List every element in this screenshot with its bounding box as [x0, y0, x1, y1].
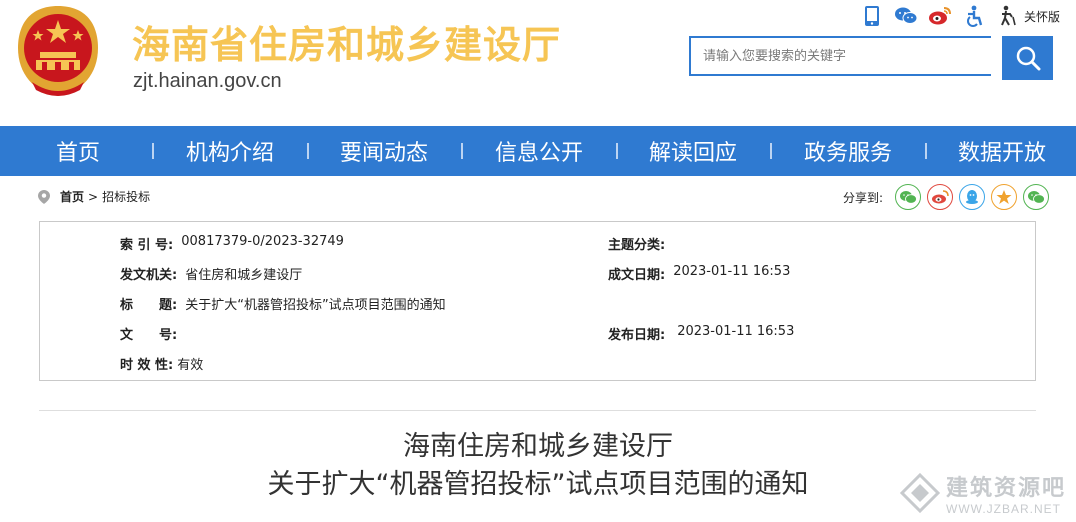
- site-header: 海南省住房和城乡建设厅 zjt.hainan.gov.cn 关怀版: [0, 0, 1076, 126]
- weibo-icon: [932, 190, 949, 204]
- nav-item-open-data[interactable]: 数据开放: [957, 135, 1047, 167]
- meta-row-validity: 时 效 性: 有效: [120, 354, 203, 373]
- meta-row-docno: 文 号:: [120, 324, 185, 343]
- top-toolbar: 关怀版: [860, 4, 1060, 28]
- elder-care-icon[interactable]: [996, 4, 1020, 28]
- share-wechat-button[interactable]: [895, 184, 922, 210]
- nav-item-news[interactable]: 要闻动态: [339, 135, 429, 167]
- document-metadata-box: 索 引 号: 00817379-0/2023-32749 主题分类: 发文机关:…: [39, 221, 1036, 381]
- nav-item-organization[interactable]: 机构介绍: [185, 135, 275, 167]
- breadcrumb: 首页 > 招标投标: [38, 188, 150, 205]
- location-pin-icon: [38, 189, 50, 204]
- content-divider: [39, 410, 1036, 411]
- care-mode-link[interactable]: 关怀版: [1024, 8, 1060, 25]
- breadcrumb-current[interactable]: 招标投标: [102, 188, 150, 205]
- meta-row-index: 索 引 号: 00817379-0/2023-32749: [120, 234, 344, 253]
- meta-row-created: 成文日期: 2023-01-11 16:53: [608, 264, 790, 283]
- share-qq-button[interactable]: [959, 184, 986, 210]
- watermark-text: 建筑资源吧: [946, 476, 1067, 501]
- wechat-icon: [900, 191, 917, 204]
- breadcrumb-bar: 首页 > 招标投标 分享到:: [0, 176, 1076, 220]
- meta-value: 有效: [177, 358, 204, 373]
- watermark-url: WWW.JZBAR.NET: [946, 502, 1061, 516]
- nav-item-home[interactable]: 首页: [53, 135, 103, 167]
- nav-separator: [461, 143, 463, 159]
- search-button[interactable]: [1002, 36, 1053, 80]
- qq-icon: [966, 190, 979, 204]
- meta-label: 发文机关:: [120, 268, 178, 283]
- site-title: 海南省住房和城乡建设厅: [132, 23, 562, 67]
- search-box: [689, 36, 1053, 80]
- meta-row-topic: 主题分类:: [608, 234, 673, 253]
- nav-separator: [307, 143, 309, 159]
- meta-value: 2023-01-11 16:53: [673, 264, 791, 279]
- breadcrumb-home[interactable]: 首页: [60, 188, 84, 205]
- nav-item-interpretation[interactable]: 解读回应: [648, 135, 738, 167]
- national-emblem-icon: [12, 4, 104, 100]
- meta-label: 索 引 号:: [120, 238, 174, 253]
- document-title-line1: 海南住房和城乡建设厅: [403, 431, 673, 462]
- meta-row-title: 标 题: 关于扩大“机器管招投标”试点项目范围的通知: [120, 294, 446, 313]
- meta-label: 标 题:: [120, 298, 178, 313]
- nav-item-disclosure[interactable]: 信息公开: [494, 135, 584, 167]
- nav-separator: [152, 143, 154, 159]
- accessibility-icon[interactable]: [962, 4, 986, 28]
- share-bar: 分享到:: [843, 184, 1050, 210]
- share-qzone-button[interactable]: [991, 184, 1018, 210]
- meta-value: 省住房和城乡建设厅: [185, 268, 303, 283]
- meta-value: 2023-01-11 16:53: [677, 324, 795, 339]
- wechat-icon[interactable]: [894, 4, 918, 28]
- share-wechat-friends-button[interactable]: [1023, 184, 1050, 210]
- share-weibo-button[interactable]: [927, 184, 954, 210]
- search-icon: [1016, 46, 1040, 71]
- meta-row-published: 发布日期: 2023-01-11 16:53: [608, 324, 794, 343]
- meta-label: 主题分类:: [608, 238, 666, 253]
- meta-label: 发布日期:: [608, 328, 666, 343]
- meta-value: 关于扩大“机器管招投标”试点项目范围的通知: [185, 298, 446, 313]
- qzone-star-icon: [996, 190, 1012, 204]
- nav-separator: [616, 143, 618, 159]
- nav-separator: [770, 143, 772, 159]
- meta-label: 成文日期:: [608, 268, 666, 283]
- meta-row-issuer: 发文机关: 省住房和城乡建设厅: [120, 264, 302, 283]
- site-domain: zjt.hainan.gov.cn: [133, 70, 282, 92]
- meta-label: 时 效 性:: [120, 358, 174, 373]
- mobile-icon[interactable]: [860, 4, 884, 28]
- share-label: 分享到:: [843, 190, 884, 205]
- wechat-friends-icon: [1028, 191, 1045, 204]
- meta-value: 00817379-0/2023-32749: [181, 234, 344, 249]
- nav-separator: [925, 143, 927, 159]
- weibo-icon[interactable]: [928, 4, 952, 28]
- watermark: 建筑资源吧 WWW.JZBAR.NET: [899, 470, 1067, 516]
- meta-label: 文 号:: [120, 328, 178, 343]
- search-input[interactable]: [689, 36, 991, 76]
- breadcrumb-separator: >: [88, 189, 99, 204]
- main-nav: 首页 机构介绍 要闻动态 信息公开 解读回应 政务服务 数据开放: [0, 126, 1076, 176]
- nav-item-services[interactable]: 政务服务: [803, 135, 893, 167]
- watermark-logo-icon: [899, 472, 941, 514]
